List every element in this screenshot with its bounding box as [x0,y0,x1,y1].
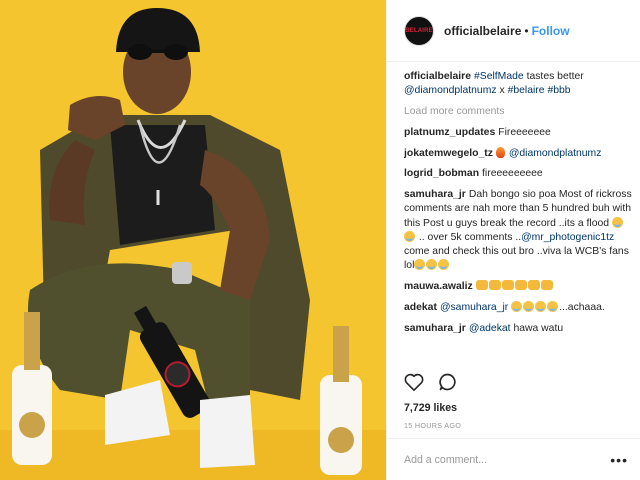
post-caption: officialbelaire #SelfMade tastes better @… [404,70,632,98]
fist-emoji-icon [527,280,540,290]
post-photo[interactable] [0,0,386,480]
comment-username[interactable]: platnumz_updates [404,127,495,138]
fist-emoji-icon [488,280,501,290]
separator-dot: • [524,23,529,38]
fist-emoji-icon [475,280,488,290]
comment-item: platnumz_updates Fireeeeeee [404,126,632,140]
comment-items: platnumz_updates Fireeeeeee jokatemwegelo_… [404,126,632,336]
cry-emoji-icon [414,259,426,271]
mention-link[interactable]: @diamondplatnumz [509,148,602,159]
comment-item: adekat @samuhara_jr ...achaaa. [404,300,632,315]
mention-link[interactable]: @adekat [469,323,511,334]
mention-link[interactable]: @samuhara_jr [440,302,508,313]
avatar-logo-text: BELAIRE [405,27,433,34]
comment-item: samuhara_jr @adekat hawa watu [404,322,632,336]
comment-item: logrid_bobman fireeeeeeeee [404,167,632,181]
load-more-comments-button[interactable]: Load more comments [404,105,632,119]
comment-icon[interactable] [438,372,458,392]
comment-text: come and check this out bro ..viva la WC… [404,246,629,272]
account-avatar[interactable]: BELAIRE [404,15,434,46]
comment-username[interactable]: samuhara_jr [404,323,466,334]
comment-username[interactable]: adekat [404,302,437,313]
cry-emoji-icon [535,300,547,312]
fist-emoji-icon [540,280,553,290]
comment-text: .. over 5k comments .. [416,231,522,243]
comment-text: Fireeeeeee [498,126,551,138]
post-sidebar: BELAIRE officialbelaire • Follow officia… [386,0,640,480]
mention-link[interactable]: #belaire [508,85,545,96]
mention-link[interactable]: #bbb [547,85,570,96]
add-comment-bar: ••• [387,438,640,480]
comment-username[interactable]: logrid_bobman [404,168,479,179]
mention-link[interactable]: @mr_photogenic1tz [521,232,614,243]
cry-emoji-icon [511,300,523,312]
comment-username[interactable]: officialbelaire [404,71,471,82]
heart-icon[interactable] [404,373,424,391]
fist-emoji-icon [501,280,514,290]
comment-item: samuhara_jr Dah bongo sio poa Most of ric… [404,188,632,273]
cry-emoji-icon [523,300,535,312]
comment-username[interactable]: mauwa.awaliz [404,281,473,292]
fire-emoji-icon [495,146,505,158]
mention-link[interactable]: @diamondplatnumz [404,85,497,96]
account-username[interactable]: officialbelaire [444,24,521,38]
comment-username[interactable]: jokatemwegelo_tz [404,148,493,159]
follow-button[interactable]: Follow [532,24,570,38]
more-options-icon[interactable]: ••• [610,452,628,468]
add-comment-input[interactable] [404,453,611,466]
mention-link[interactable]: #SelfMade [474,71,524,82]
comment-text: hawa watu [510,322,564,334]
cry-emoji-icon [438,259,450,271]
comment-item: jokatemwegelo_tz @diamondplatnumz [404,146,632,161]
cry-emoji-icon [426,259,438,271]
comment-item: mauwa.awaliz [404,280,632,294]
likes-count[interactable]: 7,729 likes [404,402,457,414]
post-timestamp[interactable]: 15 HOURS AGO [404,421,461,430]
post-actions [404,372,458,392]
comment-text: x [496,85,508,97]
comment-username[interactable]: samuhara_jr [404,189,466,200]
comment-text: fireeeeeeeee [482,168,543,180]
cry-emoji-icon [611,216,623,228]
post-header: BELAIRE officialbelaire • Follow [387,0,640,62]
comments-list: officialbelaire #SelfMade tastes better @… [404,70,632,365]
cry-emoji-icon [404,230,415,242]
comment-text: tastes better [523,71,584,82]
fist-emoji-icon [514,280,527,290]
photo-illustration [0,0,386,480]
cry-emoji-icon [547,300,559,312]
comment-text: ...achaaa. [559,301,605,313]
